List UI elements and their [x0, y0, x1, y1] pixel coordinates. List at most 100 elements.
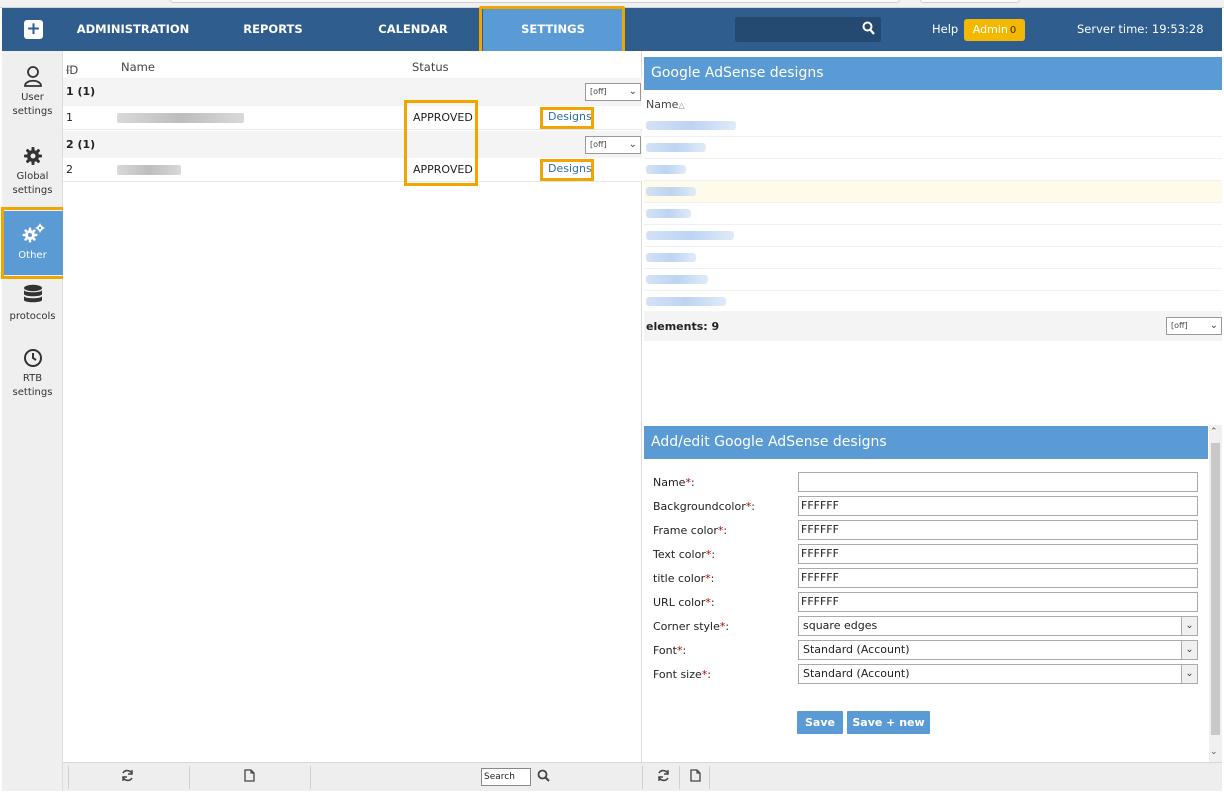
form-scrollbar[interactable]: ⌃ ⌄ [1209, 425, 1222, 762]
group-filter-value: [off] [590, 87, 607, 96]
list-item[interactable] [644, 159, 1222, 181]
address-bar-edge [170, 0, 900, 3]
elements-count: elements: 9 [646, 320, 720, 333]
field-label-text: Font size [653, 668, 702, 681]
redacted-name [117, 165, 181, 175]
label-suffix: : [690, 476, 695, 489]
table-row[interactable]: 2 APPROVED Designs [63, 158, 642, 182]
list-item[interactable] [644, 225, 1222, 247]
redacted-name [117, 113, 244, 123]
list-filter-select[interactable]: [off] ⌄ [1166, 317, 1222, 335]
database-icon [23, 284, 42, 303]
table-header: ID △ Name Status [63, 57, 642, 77]
group-row[interactable]: 2 (1) [off] ⌄ [63, 131, 642, 159]
add-icon[interactable]: + [24, 20, 43, 39]
chevron-down-icon[interactable]: ⌄ [1181, 665, 1197, 683]
browser-search-edge [920, 0, 1020, 3]
column-status[interactable]: Status [412, 60, 449, 74]
form-row-font-size: Font size*: Standard (Account) ⌄ [653, 664, 1203, 684]
field-label: Font size*: [653, 668, 711, 681]
table-search-input[interactable]: Search [481, 768, 531, 786]
form-row-backgroundcolor: Backgroundcolor*: FFFFFF [653, 496, 1203, 516]
sidebar-label: Other [18, 250, 47, 261]
label-suffix: : [711, 548, 716, 561]
elements-footer: elements: 9 [off] ⌄ [644, 311, 1222, 341]
designs-link[interactable]: Designs [548, 110, 592, 123]
sort-icon: △ [678, 101, 685, 110]
list-item[interactable] [644, 181, 1222, 203]
corner-style-select[interactable]: square edges ⌄ [798, 616, 1198, 636]
column-name[interactable]: Name△ [646, 98, 685, 111]
refresh-icon[interactable] [121, 769, 134, 782]
sidebar-item-global-settings[interactable]: Global settings [2, 146, 63, 204]
group-filter-select[interactable]: [off] ⌄ [585, 136, 641, 154]
list-item[interactable] [644, 247, 1222, 269]
sidebar-label: User [21, 92, 44, 103]
search-icon[interactable] [537, 769, 550, 782]
sidebar-item-user-settings[interactable]: User settings [2, 65, 63, 129]
name-input[interactable] [798, 472, 1198, 492]
browser-strip [0, 0, 1224, 8]
adsense-form-title: Add/edit Google AdSense designs [644, 426, 1208, 459]
nav-settings[interactable]: SETTINGS [483, 8, 623, 51]
clock-icon [23, 349, 42, 367]
list-item[interactable] [644, 115, 1222, 137]
label-suffix: : [723, 524, 728, 537]
chevron-up-icon[interactable]: ⌃ [1210, 427, 1218, 437]
sidebar-item-protocols[interactable]: protocols [2, 284, 63, 332]
field-label: Font*: [653, 644, 686, 657]
sidebar-label: Global [16, 171, 49, 182]
field-label: Backgroundcolor*: [653, 500, 755, 513]
nav-administration[interactable]: ADMINISTRATION [72, 8, 194, 51]
help-link[interactable]: Help [932, 8, 958, 51]
group-filter-select[interactable]: [off] ⌄ [585, 83, 641, 101]
label-suffix: : [710, 596, 715, 609]
divider [679, 766, 680, 789]
field-label: title color*: [653, 572, 714, 585]
save-button[interactable]: Save [797, 711, 843, 734]
frame-color-input[interactable]: FFFFFF [798, 520, 1198, 540]
label-suffix: : [710, 572, 715, 585]
form-row-font: Font*: Standard (Account) ⌄ [653, 640, 1203, 660]
list-item[interactable] [644, 203, 1222, 225]
document-icon[interactable] [244, 769, 255, 782]
font-select[interactable]: Standard (Account) ⌄ [798, 640, 1198, 660]
column-name[interactable]: Name [121, 60, 155, 74]
field-label: Frame color*: [653, 524, 727, 537]
title-color-input[interactable]: FFFFFF [798, 568, 1198, 588]
save-new-button[interactable]: Save + new [847, 711, 930, 734]
group-row[interactable]: 1 (1) [off] ⌄ [63, 78, 642, 106]
field-label: Corner style*: [653, 620, 729, 633]
text-color-input[interactable]: FFFFFF [798, 544, 1198, 564]
url-color-input[interactable]: FFFFFF [798, 592, 1198, 612]
backgroundcolor-input[interactable]: FFFFFF [798, 496, 1198, 516]
document-icon[interactable] [690, 769, 701, 782]
list-item[interactable] [644, 269, 1222, 291]
admin-label: Admin [972, 23, 1008, 36]
sidebar-item-other[interactable]: Other [2, 211, 63, 275]
select-value: square edges [803, 619, 878, 632]
field-label: Text color*: [653, 548, 715, 561]
list-item[interactable] [644, 291, 1222, 313]
refresh-icon[interactable] [657, 769, 670, 782]
chevron-down-icon[interactable]: ⌄ [1210, 747, 1218, 757]
list-item[interactable] [644, 137, 1222, 159]
form-row-url-color: URL color*: FFFFFF [653, 592, 1203, 612]
sidebar-item-rtb-settings[interactable]: RTB settings [2, 348, 63, 406]
search-icon[interactable] [862, 21, 875, 35]
nav-reports[interactable]: REPORTS [224, 8, 322, 51]
scrollbar-thumb[interactable] [1211, 443, 1220, 735]
font-size-select[interactable]: Standard (Account) ⌄ [798, 664, 1198, 684]
table-row[interactable]: 1 APPROVED Designs [63, 106, 642, 130]
chevron-down-icon: ⌄ [628, 86, 637, 97]
sidebar-label: settings [12, 185, 53, 196]
global-search-input[interactable] [735, 17, 881, 42]
redacted-design-name [646, 143, 706, 152]
nav-calendar[interactable]: CALENDAR [362, 8, 464, 51]
chevron-down-icon[interactable]: ⌄ [1181, 617, 1197, 635]
redacted-design-name [646, 297, 726, 306]
divider [68, 766, 69, 789]
admin-badge[interactable]: Admin 0 [964, 19, 1025, 41]
chevron-down-icon[interactable]: ⌄ [1181, 641, 1197, 659]
designs-link[interactable]: Designs [548, 162, 592, 175]
